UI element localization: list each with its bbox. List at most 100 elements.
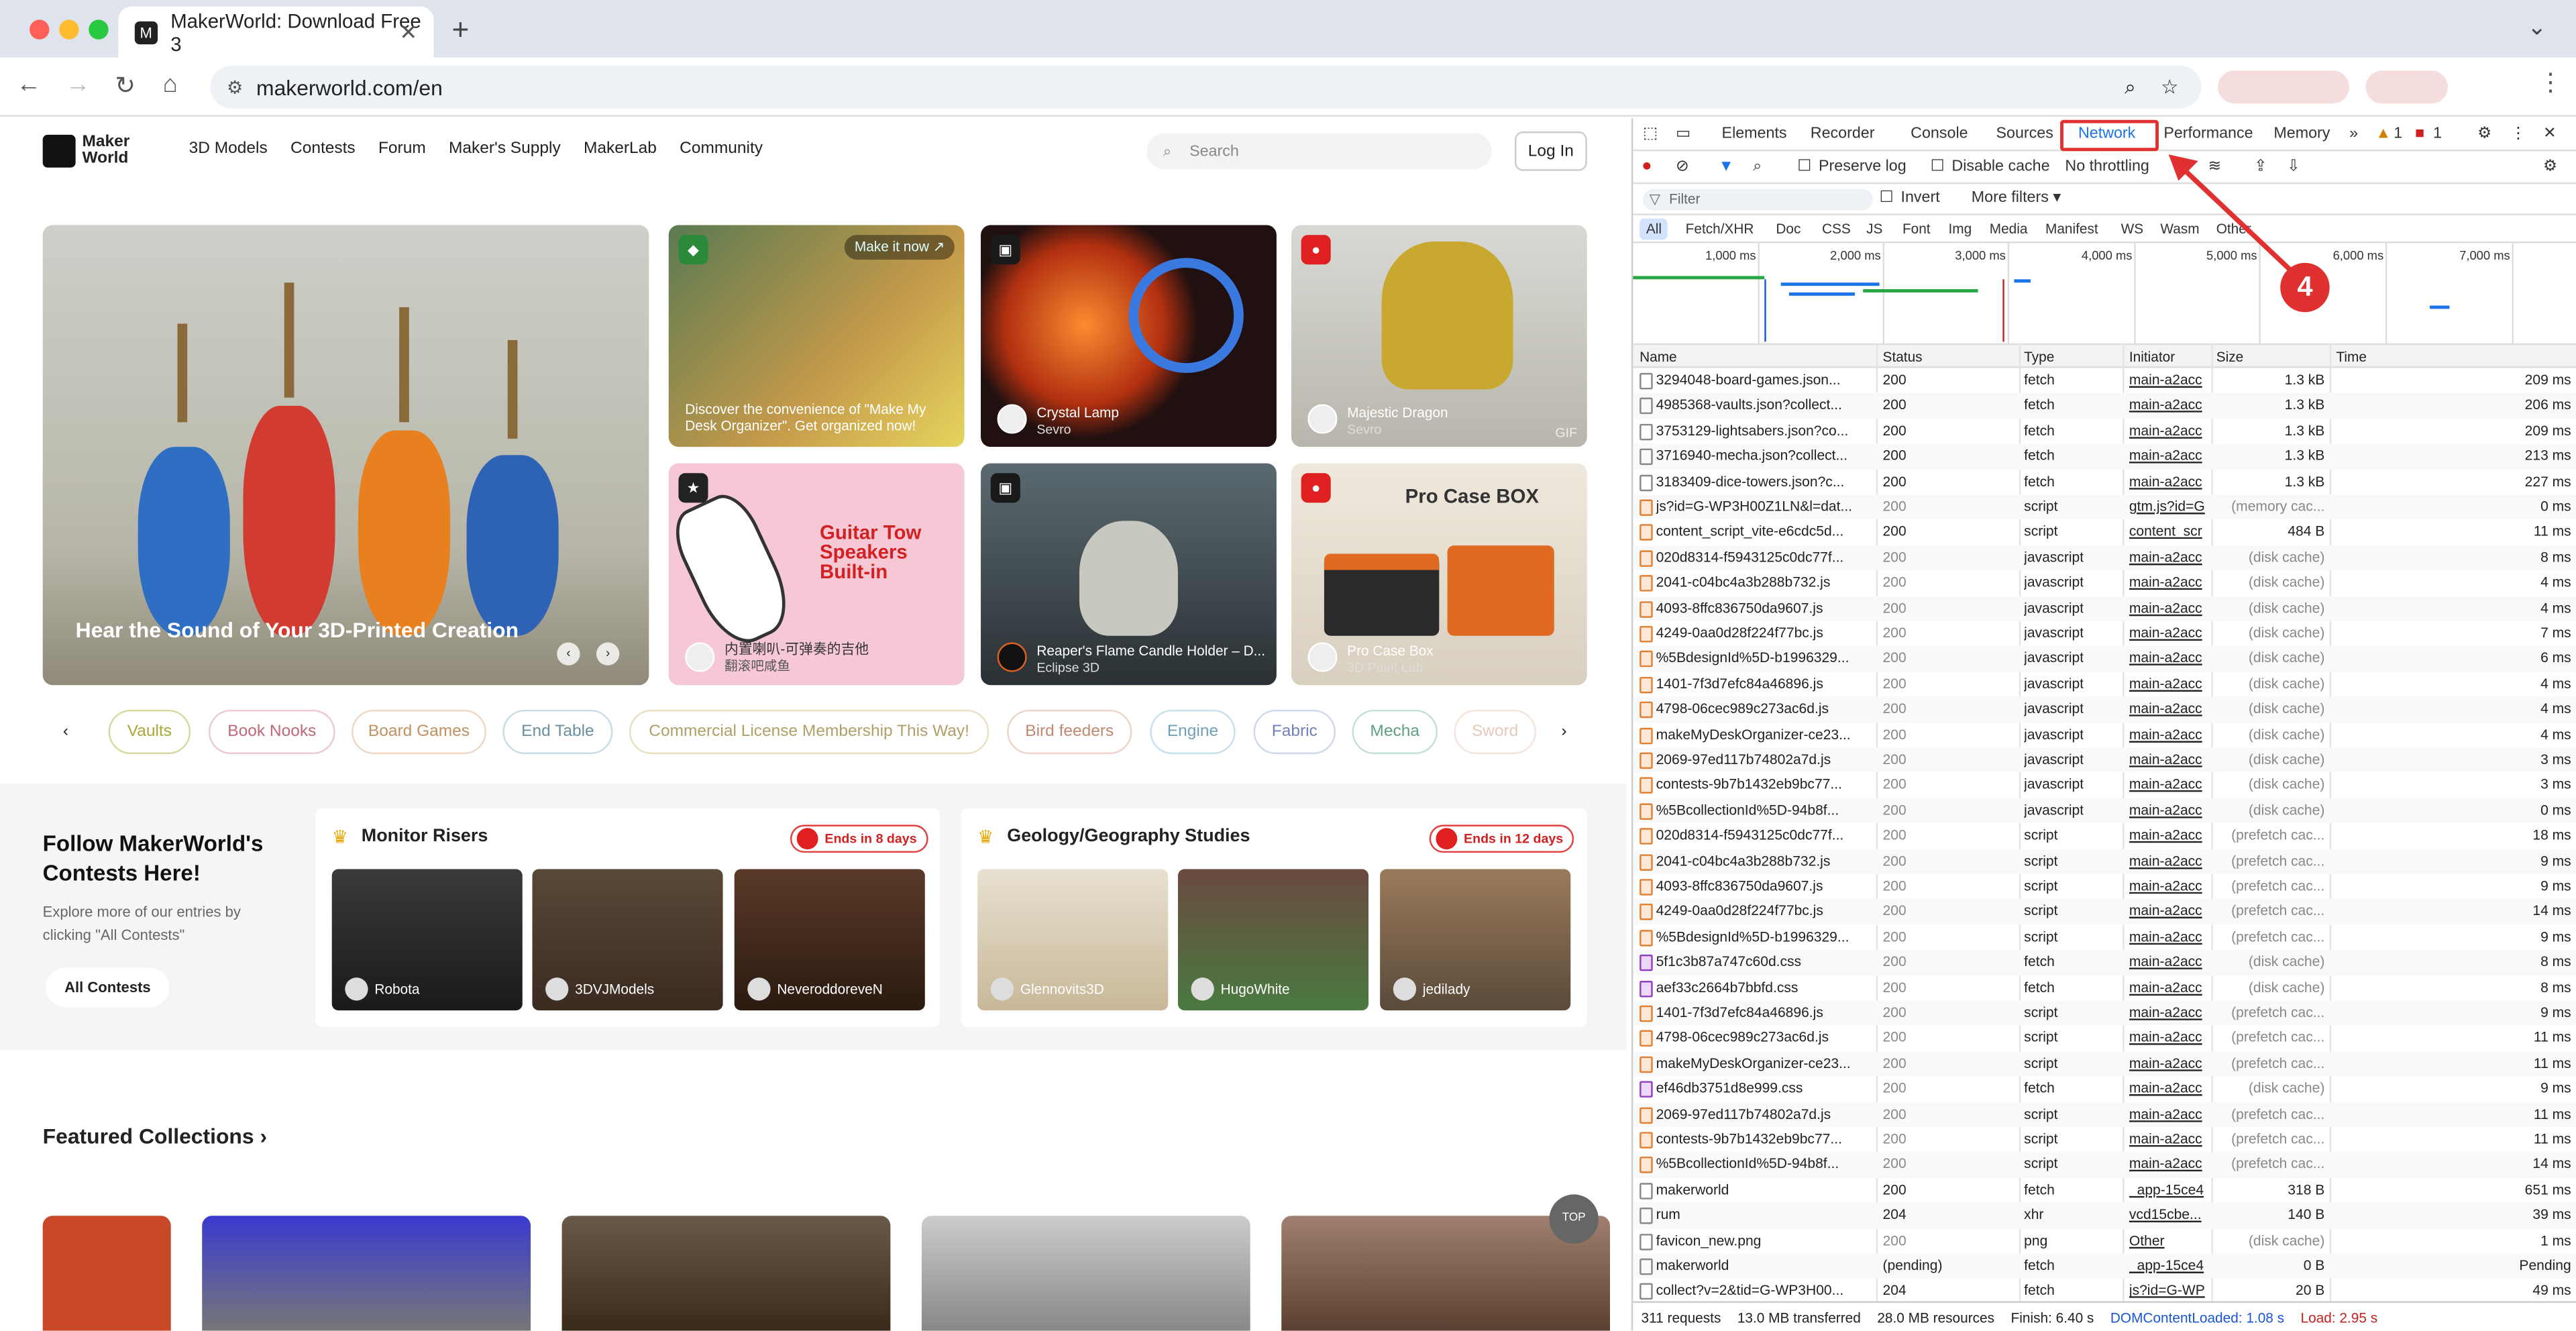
network-request-row[interactable]: 4249-0aa0d28f224f77bc.js 200 script main-a2… [1633, 899, 2576, 925]
type-fetch-xhr[interactable]: Fetch/XHR [1679, 219, 1760, 240]
network-request-row[interactable]: 2069-97ed117b74802a7d.js 200 javascript mai… [1633, 747, 2576, 773]
type-img[interactable]: Img [1942, 219, 1978, 240]
disable-cache-checkbox[interactable]: ☐ [1931, 158, 1945, 176]
nav-3d-models[interactable]: 3D Models [189, 140, 268, 158]
request-initiator[interactable]: main-a2acc [2129, 1055, 2211, 1071]
new-tab-button[interactable]: + [451, 13, 469, 48]
all-contests-button[interactable]: All Contests [46, 967, 170, 1008]
request-initiator[interactable]: main-a2acc [2129, 776, 2211, 792]
type-js[interactable]: JS [1860, 219, 1889, 240]
network-request-row[interactable]: %5BdesignId%5D-b1996329... 200 javascript m… [1633, 646, 2576, 672]
request-initiator[interactable]: main-a2acc [2129, 979, 2211, 995]
network-request-row[interactable]: 2041-c04bc4a3b288b732.js 200 script main-a2… [1633, 849, 2576, 874]
settings-gear-icon[interactable]: ⚙ [2477, 125, 2491, 143]
network-request-row[interactable]: 3183409-dice-towers.json?c... 200 fetch mai… [1633, 469, 2576, 494]
hero-banner[interactable]: Hear the Sound of Your 3D-Printed Creati… [42, 225, 649, 686]
network-request-row[interactable]: js?id=G-WP3H00Z1LN&l=dat... 200 script gtm.… [1633, 494, 2576, 520]
tab-search-chevron-icon[interactable]: ⌄ [2527, 13, 2546, 42]
pill-vaults[interactable]: Vaults [108, 709, 191, 755]
network-request-row[interactable]: rum 204 xhr vcd15cbe... 140 B 39 ms [1633, 1203, 2576, 1228]
type-media[interactable]: Media [1983, 219, 2034, 240]
request-initiator[interactable]: js?id=G-WP [2129, 1282, 2211, 1298]
site-info-icon[interactable]: ⚙ [227, 76, 243, 97]
contest-entry[interactable]: HugoWhite [1177, 869, 1369, 1011]
contest-entry[interactable]: Robota [331, 869, 523, 1011]
network-request-row[interactable]: makeMyDeskOrganizer-ce23... 200 javascript… [1633, 723, 2576, 748]
site-search-input[interactable]: ⌕ Search [1146, 133, 1492, 170]
pills-prev-chevron-icon[interactable]: ‹ [43, 710, 89, 754]
contest-geology-geography[interactable]: ♛ Geology/Geography Studies Ends in 12 d… [961, 808, 1587, 1027]
collection-card[interactable] [42, 1216, 171, 1331]
search-icon[interactable]: ⌕ [1753, 158, 1762, 176]
tab-recorder[interactable]: Recorder [1811, 125, 1875, 143]
request-initiator[interactable]: main-a2acc [2129, 1029, 2211, 1045]
network-request-row[interactable]: ef46db3751d8e999.css 200 fetch main-a2acc (d… [1633, 1077, 2576, 1102]
request-initiator[interactable]: main-a2acc [2129, 548, 2211, 564]
network-request-row[interactable]: 4798-06cec989c273ac6d.js 200 javascript mai… [1633, 696, 2576, 723]
network-request-row[interactable]: %5BcollectionId%5D-94b8f... 200 javascript… [1633, 798, 2576, 824]
request-initiator[interactable]: main-a2acc [2129, 574, 2211, 590]
filter-funnel-icon[interactable]: ▼ [1719, 158, 1734, 176]
network-request-row[interactable]: 4798-06cec989c273ac6d.js 200 script main-a2… [1633, 1026, 2576, 1051]
card-guitar[interactable]: Guitar Tow Speakers Built-in ★ 内置喇叭-可弹奏的… [668, 463, 965, 686]
makerworld-logo[interactable]: Maker World [42, 134, 145, 168]
request-initiator[interactable]: main-a2acc [2129, 751, 2211, 767]
request-initiator[interactable]: Other [2129, 1232, 2211, 1248]
network-request-row[interactable]: contests-9b7b1432eb9bc77... 200 script main… [1633, 1127, 2576, 1153]
card-majestic-dragon[interactable]: ● Majestic Dragon Sevro GIF [1291, 225, 1587, 447]
request-initiator[interactable]: main-a2acc [2129, 827, 2211, 843]
inspect-element-icon[interactable]: ⬚ [1643, 125, 1658, 143]
pill-end-table[interactable]: End Table [502, 709, 613, 755]
type-all[interactable]: All [1640, 218, 1668, 240]
request-initiator[interactable]: main-a2acc [2129, 953, 2211, 969]
network-request-row[interactable]: makeMyDeskOrganizer-ce23... 200 script main… [1633, 1051, 2576, 1077]
type-doc[interactable]: Doc [1770, 219, 1808, 240]
network-request-row[interactable]: content_script_vite-e6cdc5d... 200 script c… [1633, 520, 2576, 545]
card-crystal-lamp[interactable]: ▣ Crystal Lamp Sevro [981, 225, 1277, 447]
invert-checkbox[interactable]: ☐ [1880, 189, 1894, 207]
make-it-now-tag[interactable]: Make it now ↗ [845, 235, 955, 260]
request-initiator[interactable]: main-a2acc [2129, 1130, 2211, 1147]
pill-book-nooks[interactable]: Book Nooks [209, 709, 335, 755]
extensions-area[interactable] [2218, 70, 2350, 104]
hero-prev-button[interactable]: ‹ [557, 642, 580, 666]
request-initiator[interactable]: main-a2acc [2129, 902, 2211, 918]
contest-entry[interactable]: Glennovits3D [977, 869, 1169, 1011]
request-initiator[interactable]: main-a2acc [2129, 928, 2211, 944]
collection-card[interactable] [202, 1216, 531, 1331]
pill-engine[interactable]: Engine [1150, 709, 1236, 755]
login-button[interactable]: Log In [1514, 131, 1587, 171]
bookmark-star-icon[interactable]: ☆ [2161, 76, 2178, 99]
pills-next-chevron-icon[interactable]: › [1541, 710, 1587, 754]
request-initiator[interactable]: main-a2acc [2129, 1079, 2211, 1096]
network-request-row[interactable]: favicon_new.png 200 png Other (disk cache) 1 … [1633, 1228, 2576, 1254]
request-initiator[interactable]: _app-15ce4 [2129, 1257, 2211, 1273]
col-status[interactable]: Status [1883, 348, 1923, 364]
request-initiator[interactable]: main-a2acc [2129, 422, 2211, 438]
network-request-row[interactable]: 3294048-board-games.json... 200 fetch main-… [1633, 368, 2576, 394]
tab-elements[interactable]: Elements [1722, 125, 1787, 143]
nav-makers-supply[interactable]: Maker's Supply [449, 140, 561, 158]
network-request-row[interactable]: aef33c2664b7bbfd.css 200 fetch main-a2acc (d… [1633, 975, 2576, 1001]
device-toolbar-icon[interactable]: ▭ [1676, 125, 1690, 143]
filter-input[interactable]: ▽ Filter [1643, 189, 1873, 211]
collection-card[interactable] [561, 1216, 891, 1331]
network-request-row[interactable]: 4093-8ffc836750da9607.js 200 script main-a2… [1633, 874, 2576, 900]
network-request-row[interactable]: 020d8314-f5943125c0dc77f... 200 javascript… [1633, 545, 2576, 571]
network-request-row[interactable]: 4093-8ffc836750da9607.js 200 javascript mai… [1633, 595, 2576, 621]
featured-collections-heading[interactable]: Featured Collections › [43, 1124, 267, 1149]
network-request-row[interactable]: 5f1c3b87a747c60d.css 200 fetch main-a2acc (d… [1633, 949, 2576, 975]
hero-next-button[interactable]: › [596, 642, 620, 666]
network-overview-timeline[interactable]: 1,000 ms 2,000 ms 3,000 ms 4,000 ms 5,00… [1633, 243, 2576, 345]
scroll-top-button[interactable]: TOP [1549, 1194, 1599, 1244]
contest-entry[interactable]: jedilady [1380, 869, 1571, 1011]
close-window-dot[interactable] [30, 19, 50, 40]
network-request-row[interactable]: 4249-0aa0d28f224f77bc.js 200 javascript mai… [1633, 621, 2576, 647]
request-initiator[interactable]: main-a2acc [2129, 649, 2211, 666]
request-initiator[interactable]: main-a2acc [2129, 396, 2211, 413]
zoom-magnifier-icon[interactable]: ⌕ [2125, 74, 2135, 99]
collection-card[interactable] [921, 1216, 1250, 1331]
request-initiator[interactable]: main-a2acc [2129, 371, 2211, 387]
error-icon[interactable]: ■ [2415, 125, 2424, 143]
type-font[interactable]: Font [1896, 219, 1937, 240]
